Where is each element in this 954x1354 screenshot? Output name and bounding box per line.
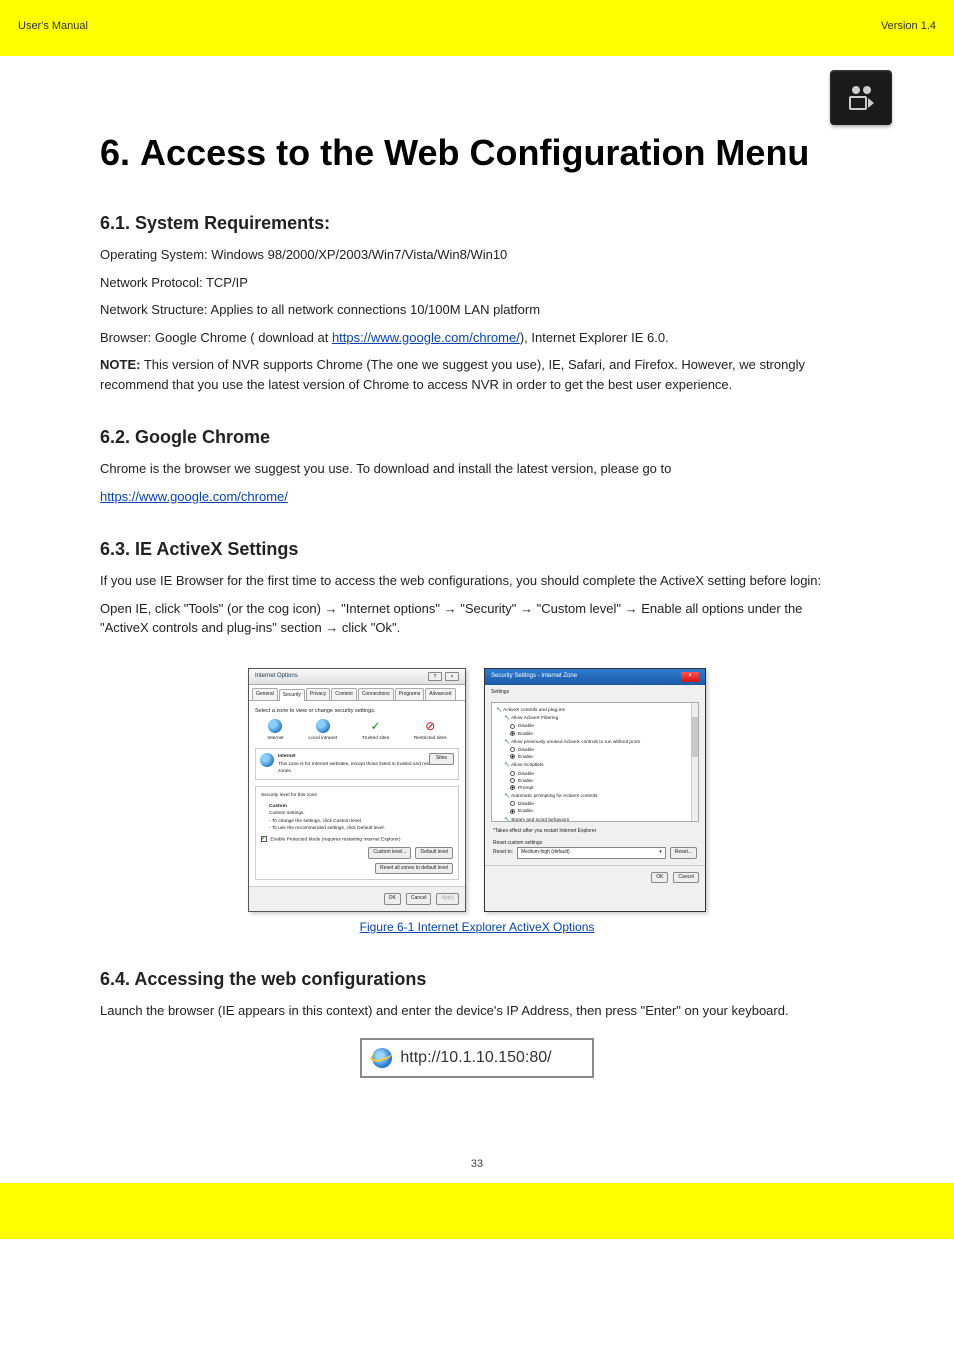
globe-icon (316, 719, 330, 733)
subheading-accessing: 6.4. Accessing the web configurations (100, 966, 854, 993)
chrome-paragraph: Chrome is the browser we suggest you use… (100, 459, 854, 479)
sites-button[interactable]: Sites (429, 753, 454, 765)
tab-general[interactable]: General (252, 688, 278, 701)
activex-paragraph-1: If you use IE Browser for the first time… (100, 571, 854, 591)
security-level-box: Security level for this zone Custom Cust… (255, 786, 459, 880)
url-address-box: http://10.1.10.150:80/ (360, 1038, 593, 1078)
tree-item: 🔧 Automatic prompting for ActiveX contro… (504, 792, 694, 801)
scrollbar[interactable] (691, 703, 698, 821)
tree-item: 🔧 Allow Scriptlets (504, 761, 694, 770)
radio-disable[interactable] (510, 747, 515, 752)
group-activex: 🔧 ActiveX controls and plug-ins (496, 707, 694, 714)
dialog-titlebar: Internet Options ? × (249, 669, 465, 685)
close-button[interactable]: × (681, 672, 699, 682)
chrome-link[interactable]: https://www.google.com/chrome/ (100, 489, 288, 504)
radio-enable[interactable] (510, 754, 515, 759)
ok-button[interactable]: OK (384, 893, 401, 905)
subheading-activex: 6.3. IE ActiveX Settings (100, 536, 854, 563)
header-right-text: Version 1.4 (881, 18, 936, 35)
footer-bar (0, 1183, 954, 1239)
activex-paragraph-2: Open IE, click "Tools" (or the cog icon)… (100, 599, 854, 638)
default-level-button[interactable]: Default level (415, 847, 453, 859)
security-settings-dialog: Security Settings - Internet Zone × Sett… (484, 668, 706, 912)
figure-caption: Figure 6-1 Internet Explorer ActiveX Opt… (100, 918, 854, 936)
zone-intro-text: Select a zone to view or change security… (255, 707, 459, 715)
globe-icon (260, 753, 274, 767)
tab-advanced[interactable]: Advanced (425, 688, 455, 701)
req-network: Network Structure: Applies to all networ… (100, 300, 854, 320)
accessing-paragraph: Launch the browser (IE appears in this c… (100, 1001, 854, 1021)
settings-label: Settings (485, 685, 705, 697)
dialog-title: Internet Options (255, 672, 298, 681)
radio-disable[interactable] (510, 801, 515, 806)
url-text: http://10.1.10.150:80/ (400, 1046, 551, 1070)
check-icon: ✓ (368, 719, 382, 733)
zone-intranet[interactable]: Local intranet (308, 719, 337, 742)
radio-enable[interactable] (510, 778, 515, 783)
chrome-download-link[interactable]: https://www.google.com/chrome/ (332, 330, 520, 345)
req-os: Operating System: Windows 98/2000/XP/200… (100, 245, 854, 265)
radio-enable[interactable] (510, 809, 515, 814)
globe-icon (268, 719, 282, 733)
tree-item: 🔧 Binary and script behaviors (504, 816, 694, 822)
security-dialog-title: Security Settings - Internet Zone (491, 672, 577, 681)
tree-item: 🔧 Allow previously unused ActiveX contro… (504, 738, 694, 747)
chevron-down-icon: ▾ (659, 849, 662, 857)
section-heading: 6. Access to the Web Configuration Menu (100, 126, 854, 180)
tab-programs[interactable]: Programs (395, 688, 425, 701)
page-content: 6. Access to the Web Configuration Menu … (0, 56, 954, 1126)
settings-tree[interactable]: 🔧 ActiveX controls and plug-ins 🔧 Allow … (491, 702, 699, 822)
req-browser: Browser: Google Chrome ( download at htt… (100, 328, 854, 348)
security-dialog-titlebar: Security Settings - Internet Zone × (485, 669, 705, 685)
restricted-icon: ⊘ (423, 719, 437, 733)
radio-disable[interactable] (510, 771, 515, 776)
internet-options-dialog: Internet Options ? × General Security Pr… (248, 668, 466, 912)
figure-dialogs-row: Internet Options ? × General Security Pr… (100, 668, 854, 912)
custom-level-button[interactable]: Custom level... (368, 847, 411, 859)
zone-restricted[interactable]: ⊘Restricted sites (414, 719, 447, 742)
radio-prompt[interactable] (510, 785, 515, 790)
help-button[interactable]: ? (428, 672, 442, 681)
close-button[interactable]: × (445, 672, 459, 681)
reset-select[interactable]: Medium-high (default)▾ (517, 847, 666, 859)
zone-internet[interactable]: Internet (267, 719, 283, 742)
restart-note: *Takes effect after you restart Internet… (485, 828, 705, 836)
logo-camera-icon (830, 70, 892, 125)
tab-connections[interactable]: Connections (358, 688, 394, 701)
header-bar: User's Manual Version 1.4 (0, 0, 954, 56)
protected-mode-checkbox[interactable] (261, 836, 267, 842)
ok-button[interactable]: OK (651, 872, 668, 884)
reset-all-zones-button[interactable]: Reset all zones to default level (375, 863, 453, 875)
tree-item: 🔧 Allow ActiveX Filtering (504, 714, 694, 723)
apply-button[interactable]: Apply (436, 893, 459, 905)
scroll-thumb[interactable] (691, 717, 698, 757)
zone-trusted[interactable]: ✓Trusted sites (362, 719, 389, 742)
page-number: 33 (0, 1156, 954, 1173)
header-left-text: User's Manual (18, 18, 88, 35)
req-protocol: Network Protocol: TCP/IP (100, 273, 854, 293)
tab-security[interactable]: Security (279, 689, 305, 702)
radio-enable[interactable] (510, 731, 515, 736)
reset-to-label: Reset to: (493, 849, 513, 857)
tab-content[interactable]: Content (331, 688, 357, 701)
tab-privacy[interactable]: Privacy (306, 688, 330, 701)
protected-mode-label: Enable Protected Mode (requires restarti… (270, 837, 400, 842)
dialog-tabs: General Security Privacy Content Connect… (249, 685, 465, 702)
internet-explorer-icon (372, 1048, 392, 1068)
reset-custom-label: Reset custom settings (485, 836, 705, 848)
reset-button[interactable]: Reset... (670, 847, 697, 859)
cancel-button[interactable]: Cancel (406, 893, 432, 905)
radio-disable[interactable] (510, 724, 515, 729)
cancel-button[interactable]: Cancel (673, 872, 699, 884)
subheading-chrome: 6.2. Google Chrome (100, 424, 854, 451)
subheading-system-requirements: 6.1. System Requirements: (100, 210, 854, 237)
note-paragraph: NOTE: This version of NVR supports Chrom… (100, 355, 854, 394)
zone-description-box: Internet This zone is for Internet websi… (255, 748, 459, 780)
